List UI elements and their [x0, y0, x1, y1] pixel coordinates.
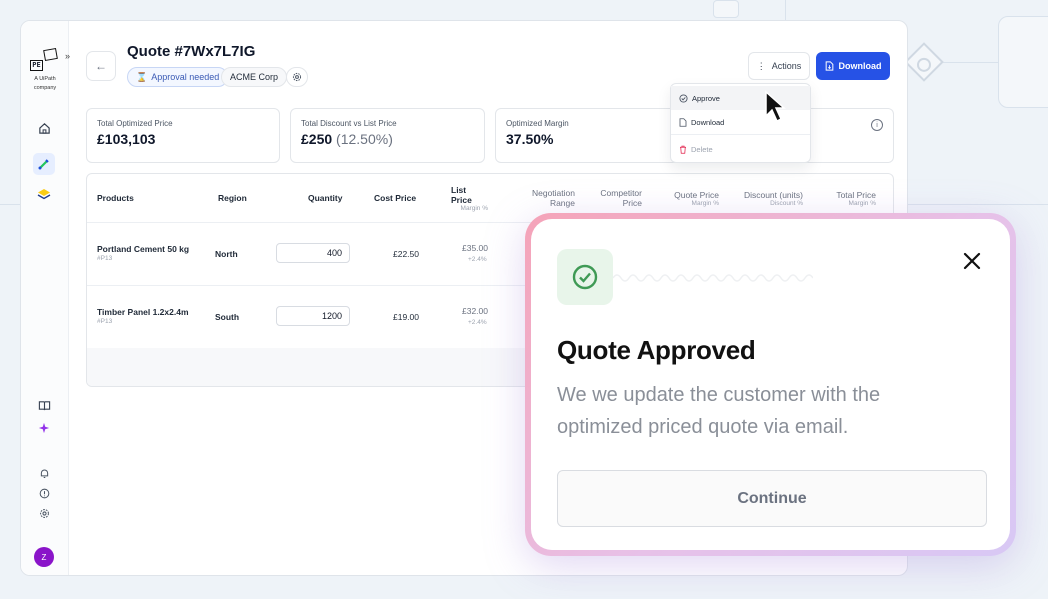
quantity-input[interactable]: [276, 306, 350, 326]
customer-badge[interactable]: ACME Corp: [221, 67, 288, 87]
page-title: Quote #7Wx7L7IG: [127, 43, 256, 60]
menu-item-label: Approve: [692, 93, 720, 103]
logo-mark-top: PE: [30, 60, 43, 71]
product-sku: #P13: [97, 255, 113, 262]
book-icon[interactable]: [33, 394, 55, 416]
hourglass-icon: ⌛: [136, 71, 148, 82]
close-icon[interactable]: [961, 250, 983, 272]
background-node: [998, 16, 1048, 108]
pricing-tool-icon[interactable]: [33, 153, 55, 175]
list-price-value: £35.00: [462, 243, 488, 253]
logo-mark-bottom: [43, 47, 58, 62]
success-icon-badge: [557, 249, 613, 305]
download-button-label: Download: [838, 61, 882, 71]
kebab-icon: ⋮: [756, 60, 766, 71]
sidebar-expand-icon[interactable]: »: [65, 51, 70, 61]
cost-price-value: £19.00: [393, 312, 419, 322]
quote-settings-button[interactable]: [286, 67, 308, 87]
home-icon[interactable]: [33, 117, 55, 139]
stat-card-total-optimized-price: Total Optimized Price £103,103: [86, 108, 280, 163]
file-download-icon: [679, 117, 687, 127]
sidebar: PE A UiPath company » Z: [21, 21, 70, 575]
help-icon[interactable]: [33, 482, 55, 504]
status-badge: ⌛ Approval needed: [127, 67, 229, 87]
background-line: [785, 0, 786, 20]
background-line: [908, 204, 1048, 205]
column-header-products: Products: [97, 193, 134, 203]
settings-icon[interactable]: [33, 502, 55, 524]
stat-value: £103,103: [97, 131, 156, 147]
list-price-value: £32.00: [462, 306, 488, 316]
menu-item-delete[interactable]: Delete: [671, 137, 810, 161]
check-circle-icon: [572, 264, 598, 290]
file-download-icon: [825, 61, 833, 71]
arrow-left-icon: ←: [95, 59, 107, 73]
logo-subtitle: company: [33, 85, 57, 91]
mouse-cursor-icon: [765, 90, 786, 123]
download-button[interactable]: Download: [816, 52, 890, 80]
background-line: [0, 204, 20, 205]
actions-menu: Approve Download Delete: [670, 83, 811, 163]
menu-item-label: Delete: [691, 144, 713, 154]
column-header-cost-price: Cost Price: [374, 193, 417, 203]
user-avatar[interactable]: Z: [34, 547, 54, 567]
background-diamond: [904, 42, 944, 82]
back-button[interactable]: ←: [86, 51, 116, 81]
stat-value: £250 (12.50%): [301, 131, 474, 147]
continue-button-label: Continue: [737, 489, 807, 507]
gear-icon: [292, 72, 302, 82]
check-circle-icon: [679, 93, 688, 103]
stat-value-percent: (12.50%): [336, 131, 393, 147]
list-margin-value: +2.4%: [468, 319, 487, 326]
cost-price-value: £22.50: [393, 249, 419, 259]
region-value: South: [215, 312, 240, 322]
column-header-list-price: List Price Margin %: [451, 184, 488, 212]
menu-item-label: Download: [691, 117, 725, 127]
sparkle-icon[interactable]: [33, 417, 55, 439]
info-icon[interactable]: i: [871, 119, 883, 131]
stat-value-main: £250: [301, 131, 333, 147]
actions-button[interactable]: ⋮ Actions: [748, 52, 810, 80]
product-name: Portland Cement 50 kg: [97, 244, 190, 254]
divider: [671, 134, 810, 135]
decorative-wave: [613, 274, 813, 282]
stat-label: Total Optimized Price: [97, 119, 173, 128]
dialog-title: Quote Approved: [557, 335, 756, 365]
stat-label: Total Discount vs List Price: [301, 119, 397, 128]
trash-icon: [680, 145, 686, 154]
region-value: North: [215, 249, 238, 259]
product-name: Timber Panel 1.2x2.4m: [97, 307, 189, 317]
list-margin-value: +2.4%: [468, 256, 487, 263]
product-sku: #P13: [97, 318, 113, 325]
quantity-input[interactable]: [276, 243, 350, 263]
quote-approved-dialog: Quote Approved We we update the customer…: [531, 219, 1010, 550]
continue-button[interactable]: Continue: [557, 470, 987, 527]
column-header-region: Region: [218, 193, 247, 203]
dialog-message: We we update the customer with the optim…: [557, 384, 881, 438]
layers-icon[interactable]: [33, 183, 55, 205]
bell-icon[interactable]: [33, 462, 55, 484]
menu-item-download[interactable]: Download: [671, 110, 810, 134]
menu-item-approve[interactable]: Approve: [671, 86, 810, 110]
logo-subtitle: A UiPath: [34, 76, 56, 82]
background-node: [713, 0, 739, 18]
status-badge-label: Approval needed: [151, 72, 220, 82]
column-header-quantity: Quantity: [308, 193, 343, 203]
actions-button-label: Actions: [771, 61, 802, 71]
company-logo: PE A UiPath company: [28, 47, 62, 91]
customer-badge-label: ACME Corp: [230, 72, 279, 82]
stat-card-total-discount: Total Discount vs List Price £250 (12.50…: [290, 108, 485, 163]
